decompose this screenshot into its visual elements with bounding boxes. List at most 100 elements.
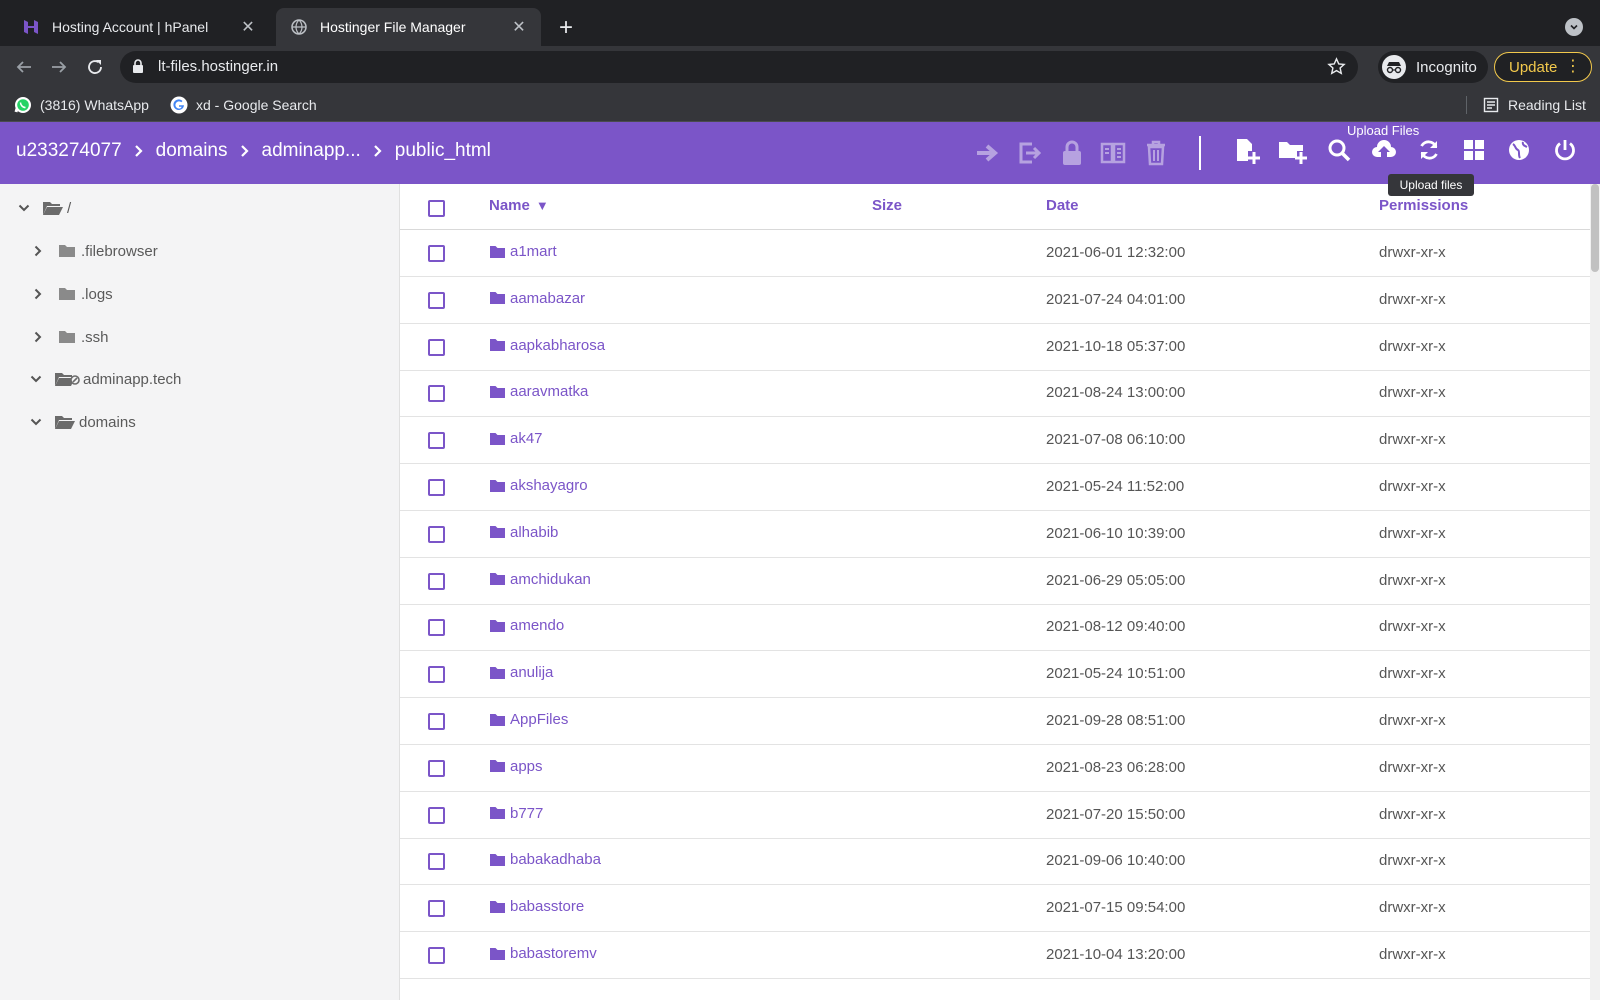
row-checkbox[interactable]	[428, 806, 445, 824]
tree-item-domains[interactable]: domains	[28, 410, 136, 434]
new-tab-button[interactable]: +	[552, 14, 580, 42]
row-checkbox[interactable]	[428, 853, 445, 871]
back-button[interactable]	[11, 54, 37, 80]
scrollbar[interactable]	[1590, 184, 1600, 1000]
chevron-down-icon[interactable]	[16, 200, 32, 216]
column-header-date[interactable]: Date	[1046, 197, 1079, 214]
incognito-badge[interactable]: Incognito	[1378, 51, 1488, 83]
file-name-link[interactable]: ak47	[489, 430, 543, 447]
scrollbar-thumb[interactable]	[1591, 184, 1599, 272]
table-row[interactable]: AppFiles 2021-09-28 08:51:00 drwxr-xr-x	[400, 698, 1590, 745]
table-row[interactable]: akshayagro 2021-05-24 11:52:00 drwxr-xr-x	[400, 464, 1590, 511]
breadcrumb-item[interactable]: adminapp...	[262, 140, 361, 162]
close-icon[interactable]: ✕	[511, 19, 527, 36]
tree-root[interactable]: /	[16, 196, 71, 220]
table-row[interactable]: amchidukan 2021-06-29 05:05:00 drwxr-xr-x	[400, 558, 1590, 605]
table-row[interactable]: babastoremv 2021-10-04 13:20:00 drwxr-xr-x	[400, 932, 1590, 979]
table-row[interactable]: ak47 2021-07-08 06:10:00 drwxr-xr-x	[400, 417, 1590, 465]
file-name-link[interactable]: apps	[489, 758, 543, 775]
tab-search-button[interactable]	[1565, 18, 1583, 36]
forward-button[interactable]	[46, 54, 72, 80]
search-button[interactable]	[1324, 135, 1354, 165]
language-button[interactable]	[1504, 135, 1534, 165]
table-row[interactable]: aaravmatka 2021-08-24 13:00:00 drwxr-xr-x	[400, 370, 1590, 418]
reload-button[interactable]	[82, 54, 108, 80]
tree-item-logs[interactable]: .logs	[30, 282, 113, 306]
row-checkbox[interactable]	[428, 619, 445, 637]
row-checkbox[interactable]	[428, 525, 445, 543]
table-row[interactable]: amendo 2021-08-12 09:40:00 drwxr-xr-x	[400, 604, 1590, 652]
file-name-link[interactable]: babasstore	[489, 898, 584, 915]
breadcrumb-item[interactable]: domains	[156, 140, 228, 162]
row-checkbox[interactable]	[428, 947, 445, 964]
chevron-right-icon[interactable]	[30, 243, 46, 259]
file-name-link[interactable]: amendo	[489, 617, 564, 634]
delete-button[interactable]	[1141, 138, 1171, 168]
table-row[interactable]: apps 2021-08-23 06:28:00 drwxr-xr-x	[400, 745, 1590, 792]
table-row[interactable]: babasstore 2021-07-15 09:54:00 drwxr-xr-x	[400, 885, 1590, 933]
new-folder-button[interactable]	[1277, 136, 1307, 166]
tab-hosting-account[interactable]: Hosting Account | hPanel ✕	[8, 8, 270, 46]
file-name-link[interactable]: aamabazar	[489, 290, 585, 307]
chevron-down-icon[interactable]	[28, 371, 44, 387]
hostinger-icon	[22, 18, 40, 36]
table-row[interactable]: alhabib 2021-06-10 10:39:00 drwxr-xr-x	[400, 511, 1590, 558]
new-file-button[interactable]	[1232, 136, 1262, 166]
copy-button[interactable]	[1016, 138, 1046, 168]
table-row[interactable]: a1mart 2021-06-01 12:32:00 drwxr-xr-x	[400, 230, 1590, 277]
row-checkbox[interactable]	[428, 479, 445, 496]
file-name-link[interactable]: babastoremv	[489, 945, 597, 962]
bookmark-google-search[interactable]: xd - Google Search	[170, 94, 317, 116]
row-checkbox[interactable]	[428, 338, 445, 356]
row-checkbox[interactable]	[428, 432, 445, 450]
move-button[interactable]	[973, 138, 1003, 168]
bookmark-whatsapp[interactable]: (3816) WhatsApp	[14, 94, 149, 116]
tree-item-adminapp-tech[interactable]: adminapp.tech	[28, 367, 181, 391]
column-header-name[interactable]: Name ▼	[489, 197, 549, 214]
refresh-button[interactable]	[1414, 135, 1444, 165]
table-row[interactable]: b777 2021-07-20 15:50:00 drwxr-xr-x	[400, 792, 1590, 839]
chevron-right-icon[interactable]	[30, 329, 46, 345]
table-row[interactable]: anulija 2021-05-24 10:51:00 drwxr-xr-x	[400, 651, 1590, 699]
tab-file-manager[interactable]: Hostinger File Manager ✕	[276, 8, 541, 46]
row-checkbox[interactable]	[428, 759, 445, 777]
close-icon[interactable]: ✕	[240, 19, 256, 36]
chevron-down-icon[interactable]	[28, 414, 44, 430]
upload-files-button[interactable]	[1369, 135, 1399, 165]
row-checkbox[interactable]	[428, 245, 445, 262]
tree-item-filebrowser[interactable]: .filebrowser	[30, 239, 158, 263]
file-name-link[interactable]: akshayagro	[489, 477, 588, 494]
table-row[interactable]: aapkabharosa 2021-10-18 05:37:00 drwxr-xr-…	[400, 324, 1590, 371]
tree-item-ssh[interactable]: .ssh	[30, 325, 109, 349]
grid-view-button[interactable]	[1459, 135, 1489, 165]
file-name-link[interactable]: amchidukan	[489, 571, 591, 588]
address-bar[interactable]: lt-files.hostinger.in	[120, 51, 1358, 83]
table-row[interactable]: aamabazar 2021-07-24 04:01:00 drwxr-xr-x	[400, 277, 1590, 324]
update-button[interactable]: Update ⋮	[1494, 52, 1592, 82]
file-name-link[interactable]: b777	[489, 805, 543, 822]
file-name-link[interactable]: alhabib	[489, 524, 558, 541]
row-checkbox[interactable]	[428, 900, 445, 918]
reading-list-button[interactable]: Reading List	[1482, 94, 1586, 116]
logout-button[interactable]	[1550, 135, 1580, 165]
file-name-link[interactable]: anulija	[489, 664, 553, 681]
permissions-button[interactable]	[1057, 138, 1087, 168]
column-header-size[interactable]: Size	[872, 197, 902, 214]
row-checkbox[interactable]	[428, 713, 445, 730]
row-checkbox[interactable]	[428, 291, 445, 309]
bookmark-star-icon[interactable]	[1327, 57, 1346, 81]
file-name-link[interactable]: AppFiles	[489, 711, 568, 728]
file-name-link[interactable]: babakadhaba	[489, 851, 601, 868]
file-name-link[interactable]: aapkabharosa	[489, 337, 605, 354]
breadcrumb-item[interactable]: u233274077	[16, 140, 122, 162]
row-checkbox[interactable]	[428, 385, 445, 403]
archive-button[interactable]	[1098, 138, 1128, 168]
row-checkbox[interactable]	[428, 666, 445, 684]
file-name-link[interactable]: aaravmatka	[489, 383, 588, 400]
row-checkbox[interactable]	[428, 572, 445, 590]
column-header-permissions[interactable]: Permissions	[1379, 197, 1468, 214]
select-all-checkbox[interactable]	[428, 200, 445, 217]
table-row[interactable]: babakadhaba 2021-09-06 10:40:00 drwxr-xr-x	[400, 838, 1590, 886]
file-name-link[interactable]: a1mart	[489, 243, 557, 260]
chevron-right-icon[interactable]	[30, 286, 46, 302]
